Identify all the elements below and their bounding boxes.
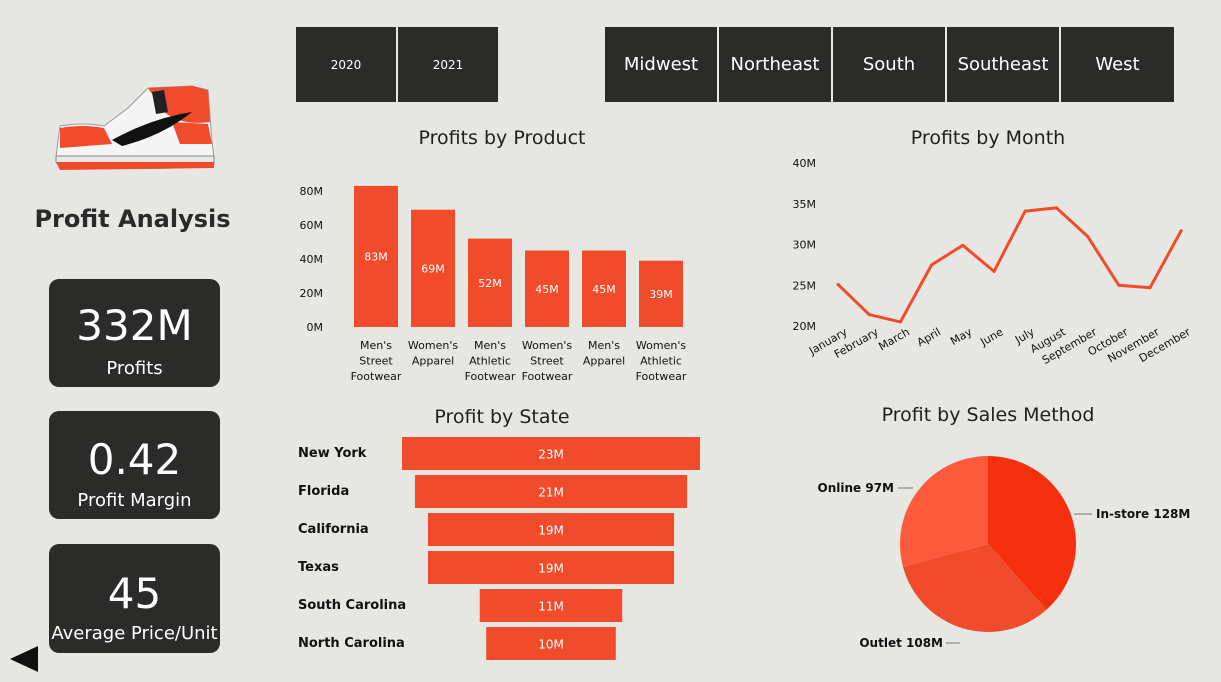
state-label: North Carolina — [298, 636, 405, 651]
line-point[interactable] — [898, 320, 902, 324]
x-category-label: Women's Street Footwear — [522, 339, 573, 383]
pie-data-label: Outlet 108M — [859, 636, 943, 650]
y-tick-label: 80M — [300, 185, 324, 198]
pie-data-label: Online 97M — [818, 481, 894, 495]
chart-title-profit-by-state: Profit by State — [434, 406, 570, 428]
bar-data-label: 69M — [421, 262, 445, 275]
y-tick-label: 20M — [793, 320, 817, 333]
x-category-label: Men's Street Footwear — [351, 339, 402, 383]
line-point[interactable] — [836, 282, 840, 286]
y-tick-label: 0M — [307, 321, 324, 334]
pie-data-label: In-store 128M — [1096, 507, 1190, 521]
region-filter-south[interactable]: South — [833, 27, 945, 102]
year-filter-2020[interactable]: 2020 — [296, 27, 396, 102]
bar-data-label: 83M — [364, 250, 388, 263]
x-tick-label: May — [948, 325, 975, 348]
y-tick-label: 40M — [300, 253, 324, 266]
kpi-value: 45 — [107, 569, 162, 618]
chart-title-profits-by-product: Profits by Product — [418, 127, 586, 149]
chart-title-profits-by-month: Profits by Month — [910, 127, 1066, 149]
x-tick-label: June — [977, 325, 1005, 349]
line-point[interactable] — [1117, 283, 1121, 287]
line-point[interactable] — [1086, 234, 1090, 238]
x-tick-label: April — [915, 325, 943, 349]
line-point[interactable] — [992, 269, 996, 273]
bar-data-label: 23M — [538, 448, 564, 462]
line-point[interactable] — [930, 263, 934, 267]
y-tick-label: 25M — [793, 279, 817, 292]
state-label: Texas — [298, 560, 339, 575]
x-category-label: Women's Apparel — [408, 339, 458, 368]
line-point[interactable] — [1023, 209, 1027, 213]
region-filter-west[interactable]: West — [1061, 27, 1174, 102]
line-point[interactable] — [961, 243, 965, 247]
x-category-label: Men's Athletic Footwear — [465, 339, 516, 383]
sneaker-logo — [55, 85, 215, 170]
region-filter-midwest[interactable]: Midwest — [605, 27, 717, 102]
bar-data-label: 21M — [538, 486, 564, 500]
page-title: Profit Analysis — [34, 205, 231, 233]
line-point[interactable] — [867, 313, 871, 317]
profit-by-sales-method-chart: In-store 128M Outlet 108M Online 97M — [818, 456, 1190, 650]
bar-data-label: 39M — [649, 288, 673, 301]
bar-data-label: 52M — [478, 277, 502, 290]
back-arrow-icon[interactable] — [8, 645, 40, 673]
state-label: Florida — [298, 484, 349, 499]
y-tick-label: 35M — [793, 198, 817, 211]
y-tick-label: 20M — [300, 287, 324, 300]
y-tick-label: 40M — [793, 157, 817, 170]
x-tick-label: March — [876, 325, 912, 353]
bar-data-label: 45M — [592, 283, 616, 296]
state-label: California — [298, 522, 369, 537]
chart-title-profit-by-sales-method: Profit by Sales Method — [881, 404, 1095, 426]
line-point[interactable] — [1148, 286, 1152, 290]
x-category-label: Men's Apparel — [583, 339, 625, 368]
bar-data-label: 19M — [538, 562, 564, 576]
state-label: New York — [298, 446, 367, 461]
kpi-label: Profits — [106, 358, 163, 379]
bar-data-label: 10M — [538, 638, 564, 652]
region-filter-northeast[interactable]: Northeast — [719, 27, 831, 102]
kpi-card-profit-margin: 0.42 Profit Margin — [49, 411, 220, 519]
kpi-card-average-price: 45 Average Price/Unit — [49, 544, 220, 653]
bar-data-label: 11M — [538, 600, 564, 614]
y-tick-label: 60M — [300, 219, 324, 232]
kpi-label: Profit Margin — [77, 490, 192, 511]
state-label: South Carolina — [298, 598, 406, 613]
profits-by-month-chart: 20M25M30M35M40MJanuaryFebruaryMarch April… — [793, 157, 1194, 367]
series-line[interactable] — [836, 206, 1183, 324]
profit-by-state-chart: New York 23M Florida 21M California 19M Texas 1… — [298, 437, 700, 660]
x-category-label: Women's Athletic Footwear — [636, 339, 687, 383]
line-point[interactable] — [1054, 206, 1058, 210]
bar-data-label: 45M — [535, 283, 559, 296]
y-tick-label: 30M — [793, 239, 817, 252]
kpi-label: Average Price/Unit — [51, 623, 218, 644]
profits-by-product-chart: 0M 20M 40M 60M 80M 83M Men's Street Footwear 69M W… — [300, 185, 687, 383]
line-point[interactable] — [1179, 229, 1183, 233]
bar-data-label: 19M — [538, 524, 564, 538]
kpi-card-profits: 332M Profits — [49, 279, 220, 387]
year-filter-2021[interactable]: 2021 — [398, 27, 498, 102]
region-filter-southeast[interactable]: Southeast — [947, 27, 1059, 102]
kpi-value: 0.42 — [87, 435, 182, 484]
kpi-value: 332M — [76, 301, 193, 350]
